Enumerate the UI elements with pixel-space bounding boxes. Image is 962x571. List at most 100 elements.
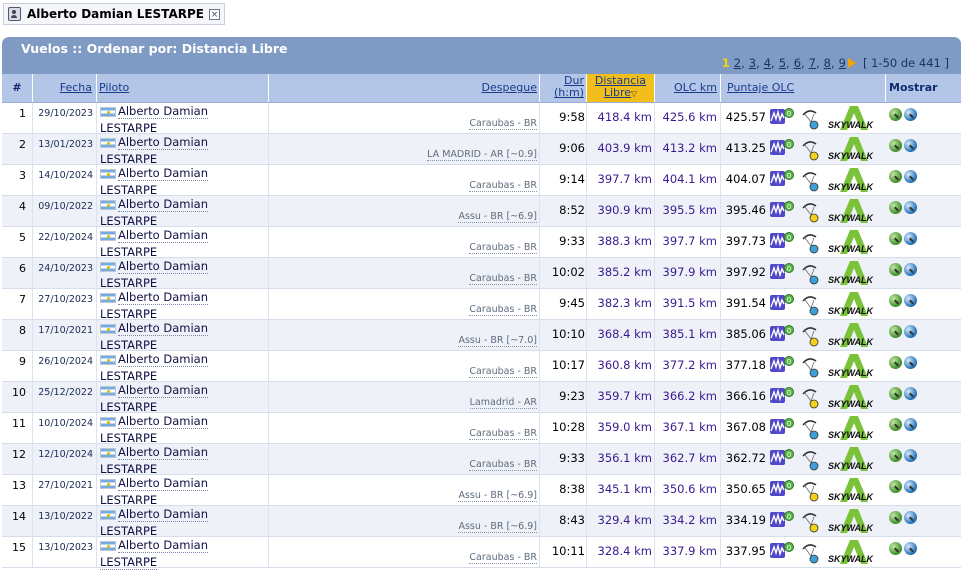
- takeoff-name[interactable]: LA MADRID - AR [~0.9]: [427, 149, 537, 161]
- pilot-name[interactable]: Alberto Damian LESTARPE: [100, 352, 209, 384]
- col-olc-km[interactable]: OLC km: [655, 74, 721, 102]
- olc-graph-icon[interactable]: [770, 233, 785, 248]
- olc-graph-icon[interactable]: [770, 357, 785, 372]
- olc-graph-icon[interactable]: [770, 109, 785, 124]
- sort-desc-icon: ▽: [631, 89, 638, 98]
- olc-graph-icon[interactable]: [770, 543, 785, 558]
- flight-date[interactable]: 26/10/2024: [33, 351, 97, 381]
- takeoff-name[interactable]: Caraubas - BR: [469, 552, 537, 564]
- olc-graph-icon[interactable]: [770, 388, 785, 403]
- pilot-name[interactable]: Alberto Damian LESTARPE: [100, 476, 209, 508]
- pilot-name[interactable]: Alberto Damian LESTARPE: [100, 383, 209, 415]
- takeoff-name[interactable]: Caraubas - BR: [469, 118, 537, 130]
- flight-icons: 0 SKYWALK: [768, 289, 886, 319]
- table-header-row: # Fecha Piloto Despegue Dur (h:m) Distanc…: [2, 74, 961, 103]
- olc-graph-icon[interactable]: [770, 419, 785, 434]
- row-number: 12: [2, 444, 33, 474]
- takeoff-name[interactable]: Caraubas - BR: [469, 273, 537, 285]
- olc-graph-icon[interactable]: [770, 264, 785, 279]
- svg-text:SKYWALK: SKYWALK: [828, 430, 875, 440]
- pilot-name[interactable]: Alberto Damian LESTARPE: [100, 321, 209, 353]
- page-link[interactable]: 3: [749, 56, 756, 70]
- pilot-name[interactable]: Alberto Damian LESTARPE: [100, 290, 209, 322]
- page-link[interactable]: 6: [794, 56, 801, 70]
- col-olc-score[interactable]: Puntaje OLC: [721, 74, 886, 102]
- page-link[interactable]: 7: [809, 56, 816, 70]
- page-link[interactable]: 5: [779, 56, 786, 70]
- olc-graph-icon[interactable]: [770, 512, 785, 527]
- takeoff-name[interactable]: Caraubas - BR: [469, 304, 537, 316]
- pilot-name[interactable]: Alberto Damian LESTARPE: [100, 445, 209, 477]
- flight-date[interactable]: 09/10/2022: [33, 196, 97, 226]
- takeoff-name[interactable]: Caraubas - BR: [469, 180, 537, 192]
- flight-date[interactable]: 13/01/2023: [33, 134, 97, 164]
- flight-date[interactable]: 27/10/2021: [33, 475, 97, 505]
- next-page-arrow-icon[interactable]: [847, 58, 856, 68]
- olc-graph-icon[interactable]: [770, 481, 785, 496]
- flight-duration: 9:33: [540, 444, 587, 474]
- flight-date[interactable]: 14/10/2024: [33, 165, 97, 195]
- flight-date[interactable]: 12/10/2024: [33, 444, 97, 474]
- pilot-name[interactable]: Alberto Damian LESTARPE: [100, 197, 209, 229]
- pilot-name[interactable]: Alberto Damian LESTARPE: [100, 135, 209, 167]
- remove-filter-icon[interactable]: ×: [208, 8, 220, 20]
- takeoff-name[interactable]: Assu - BR [~7.0]: [458, 335, 537, 347]
- glider-icon: [801, 140, 821, 162]
- takeoff-name[interactable]: Caraubas - BR: [469, 242, 537, 254]
- takeoff-name[interactable]: Assu - BR [~6.9]: [458, 490, 537, 502]
- result-range: [ 1-50 de 441 ]: [862, 56, 949, 70]
- olc-graph-icon[interactable]: [770, 140, 785, 155]
- pilot-name[interactable]: Alberto Damian LESTARPE: [100, 228, 209, 260]
- olc-km: 413.2 km: [655, 134, 721, 164]
- flight-date[interactable]: 13/10/2022: [33, 506, 97, 536]
- flight-date[interactable]: 29/10/2023: [33, 103, 97, 133]
- flight-date[interactable]: 17/10/2021: [33, 320, 97, 350]
- takeoff-name[interactable]: Assu - BR [~6.9]: [458, 211, 537, 223]
- pilot-name[interactable]: Alberto Damian LESTARPE: [100, 104, 209, 136]
- olc-km: 391.5 km: [655, 289, 721, 319]
- page-link[interactable]: 9: [839, 56, 846, 70]
- show-cell: [886, 134, 961, 164]
- pilot-cell: Alberto Damian LESTARPE: [97, 227, 269, 260]
- flight-date[interactable]: 25/12/2022: [33, 382, 97, 412]
- flight-date[interactable]: 22/10/2024: [33, 227, 97, 257]
- page-link[interactable]: 2: [734, 56, 741, 70]
- olc-graph-icon[interactable]: [770, 450, 785, 465]
- takeoff-name[interactable]: Caraubas - BR: [469, 366, 537, 378]
- svg-text:SKYWALK: SKYWALK: [828, 523, 875, 533]
- olc-km: 362.7 km: [655, 444, 721, 474]
- olc-graph-icon[interactable]: [770, 295, 785, 310]
- page-link[interactable]: 4: [764, 56, 771, 70]
- flight-date[interactable]: 10/10/2024: [33, 413, 97, 443]
- col-free-distance[interactable]: Distancia Libre▽: [587, 74, 655, 102]
- pilot-name[interactable]: Alberto Damian LESTARPE: [100, 414, 209, 446]
- svg-text:SKYWALK: SKYWALK: [828, 182, 875, 192]
- col-pilot[interactable]: Piloto: [97, 74, 269, 102]
- pilot-name[interactable]: Alberto Damian LESTARPE: [100, 166, 209, 198]
- takeoff-cell: Caraubas - BR: [269, 165, 540, 195]
- olc-km: 350.6 km: [655, 475, 721, 505]
- olc-graph-icon[interactable]: [770, 171, 785, 186]
- olc-graph-icon[interactable]: [770, 326, 785, 341]
- argentina-flag-icon: [100, 478, 116, 489]
- free-distance: 385.2 km: [587, 258, 655, 288]
- flight-icons: 0 SKYWALK: [768, 537, 886, 567]
- pilot-name[interactable]: Alberto Damian LESTARPE: [100, 259, 209, 291]
- pilot-name[interactable]: Alberto Damian LESTARPE: [100, 538, 209, 570]
- flight-date[interactable]: 24/10/2023: [33, 258, 97, 288]
- olc-graph-icon[interactable]: [770, 202, 785, 217]
- page-link[interactable]: 8: [824, 56, 831, 70]
- col-date[interactable]: Fecha: [33, 74, 97, 102]
- takeoff-name[interactable]: Lamadrid - AR: [469, 397, 537, 409]
- pilot-name[interactable]: Alberto Damian LESTARPE: [100, 507, 209, 539]
- olc-score: 367.08: [725, 420, 766, 434]
- col-duration[interactable]: Dur (h:m): [540, 74, 587, 102]
- takeoff-name[interactable]: Caraubas - BR: [469, 459, 537, 471]
- takeoff-name[interactable]: Assu - BR [~6.9]: [458, 521, 537, 533]
- flight-duration: 10:02: [540, 258, 587, 288]
- pilot-filter-name: Alberto Damian LESTARPE: [27, 7, 204, 21]
- flight-date[interactable]: 27/10/2023: [33, 289, 97, 319]
- flight-date[interactable]: 13/10/2023: [33, 537, 97, 567]
- col-takeoff[interactable]: Despegue: [269, 74, 540, 102]
- takeoff-name[interactable]: Caraubas - BR: [469, 428, 537, 440]
